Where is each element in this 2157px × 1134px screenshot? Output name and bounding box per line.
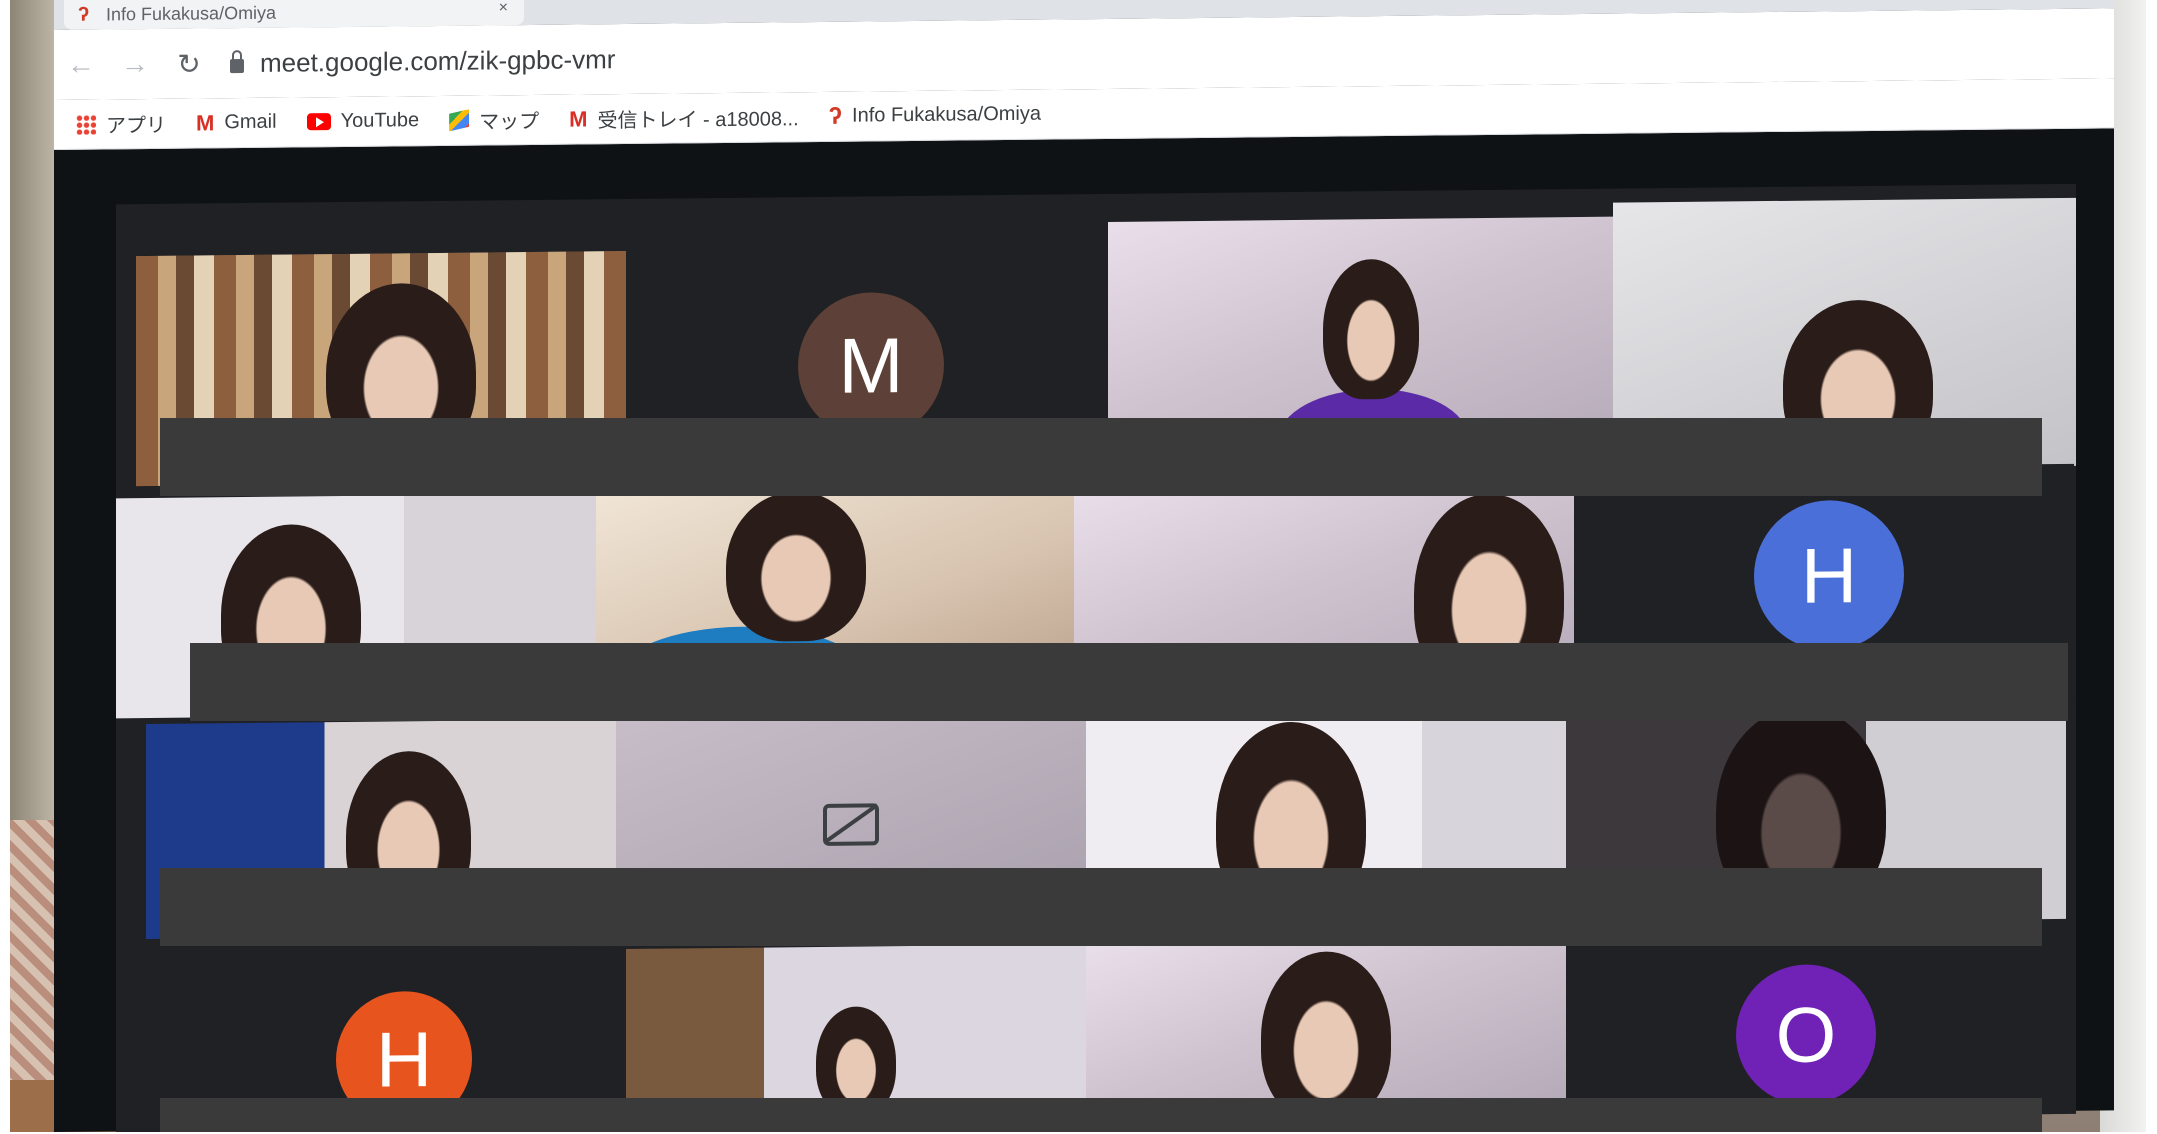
redaction-bar — [160, 418, 2042, 496]
info-logo-icon: ʔ — [78, 3, 90, 26]
redaction-bar — [160, 1098, 2042, 1132]
participant-tile[interactable]: O — [1566, 933, 2066, 1120]
close-icon[interactable]: × — [499, 0, 508, 17]
tab-title: Info Fukakusa/Omiya — [106, 2, 277, 24]
redaction-bar — [160, 868, 2042, 946]
gmail-icon: M — [569, 105, 588, 132]
redaction-bar — [190, 643, 2068, 721]
bookmark-maps[interactable]: マップ — [449, 105, 539, 135]
bookmark-gmail[interactable]: M Gmail — [196, 109, 277, 136]
bookmark-inbox[interactable]: M 受信トレイ - a18008... — [569, 102, 799, 133]
youtube-icon — [306, 113, 331, 131]
apps-grid-icon — [76, 114, 96, 135]
camera-off-icon — [823, 802, 879, 846]
bookmark-label: アプリ — [106, 114, 166, 138]
participant-video — [726, 490, 866, 642]
avatar: O — [1736, 963, 1876, 1106]
address-bar[interactable]: meet.google.com/zik-gpbc-vmr — [230, 37, 615, 85]
laptop-screen: ʔ Info Fukakusa/Omiya × ← → ↻ meet.googl… — [54, 0, 2114, 1132]
bookmark-label: Gmail — [224, 110, 277, 134]
forward-button[interactable]: → — [108, 48, 162, 81]
lock-icon — [230, 59, 244, 74]
participant-video — [1261, 950, 1391, 1123]
bookmark-label: 受信トレイ - a18008... — [597, 108, 799, 133]
avatar: H — [1754, 499, 1904, 652]
info-logo-icon: ʔ — [828, 102, 843, 130]
bookmark-info[interactable]: ʔ Info Fukakusa/Omiya — [829, 100, 1041, 130]
participant-video — [1323, 258, 1419, 400]
url-text: meet.google.com/zik-gpbc-vmr — [260, 43, 616, 78]
maps-icon — [449, 109, 469, 131]
reload-button[interactable]: ↻ — [162, 47, 216, 81]
bookmark-label: YouTube — [340, 109, 420, 132]
bookmark-label: Info Fukakusa/Omiya — [852, 102, 1041, 127]
bookmark-youtube[interactable]: YouTube — [306, 109, 420, 133]
photo-frame: ʔ Info Fukakusa/Omiya × ← → ↻ meet.googl… — [10, 0, 2146, 1132]
participant-tile[interactable] — [1086, 939, 1566, 1125]
gmail-icon: M — [196, 109, 215, 136]
bookmark-label: マップ — [479, 110, 540, 134]
back-button[interactable]: ← — [54, 48, 108, 81]
bookmark-apps[interactable]: アプリ — [76, 109, 166, 139]
